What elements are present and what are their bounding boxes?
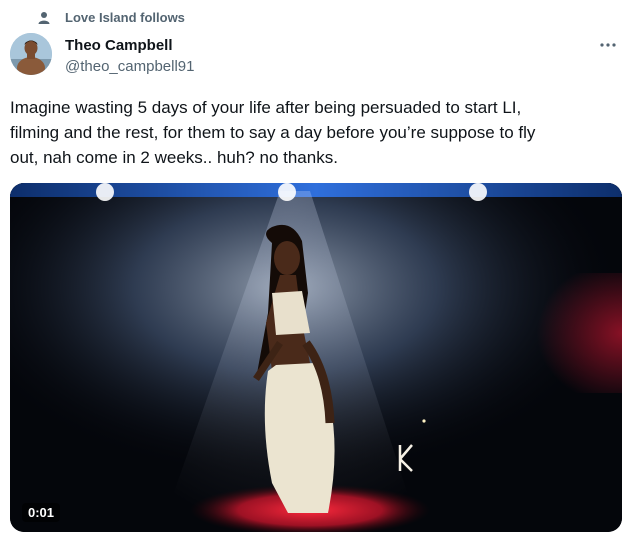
video-player[interactable]: 0:01 [10,183,622,532]
more-options-icon [600,43,616,47]
tweet-text: Imagine wasting 5 days of your life afte… [10,98,536,167]
social-context: Love Island follows [37,10,185,25]
video-frame [10,183,622,532]
person-icon [38,11,50,24]
author-handle[interactable]: @theo_campbell91 [65,57,194,76]
more-options-button[interactable] [596,37,620,53]
social-context-label[interactable]: Love Island follows [65,10,185,25]
avatar[interactable] [10,33,52,75]
tweet-card[interactable]: Love Island follows Theo Campbell @theo_… [0,0,634,548]
author-block: Theo Campbell @theo_campbell91 [65,36,194,76]
video-duration: 0:01 [22,503,61,522]
author-display-name[interactable]: Theo Campbell [65,36,194,55]
